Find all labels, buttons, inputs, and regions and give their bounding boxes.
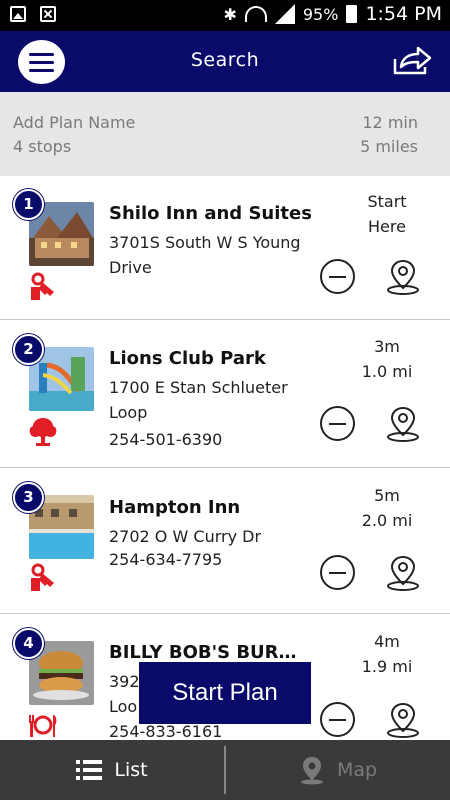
stop-number-badge: 1: [13, 189, 44, 220]
stop-address: 3701S South W S Young Drive: [109, 233, 301, 277]
map-pin-icon[interactable]: [385, 554, 421, 592]
app-header: Search: [0, 31, 450, 92]
stop-distance: 1.9 mi: [361, 657, 413, 676]
stop-time: 3m: [374, 337, 400, 356]
nav-map-tab[interactable]: Map: [226, 740, 450, 800]
nav-list-label: List: [114, 759, 148, 781]
stop-address: 1700 E Stan Schlueter Loop: [109, 378, 288, 422]
map-pin-icon[interactable]: [385, 405, 421, 443]
remove-stop-button[interactable]: [320, 702, 355, 737]
stop-item[interactable]: 1 Shilo Inn and Suites 3701S South W S Y…: [0, 176, 450, 320]
stop-distance: 1.0 mi: [361, 362, 413, 381]
stop-item[interactable]: 2 Lions Club Park 1700 E Stan Schlueter …: [0, 321, 450, 468]
park-tree-icon: [29, 418, 57, 446]
stop-phone[interactable]: 254-501-6390: [109, 430, 222, 449]
remove-stop-button[interactable]: [320, 555, 355, 590]
signal-icon: [274, 4, 295, 24]
nav-list-tab[interactable]: List: [0, 740, 224, 800]
map-pin-icon[interactable]: [385, 701, 421, 739]
stop-time: 4m: [374, 632, 400, 651]
plan-total-time: 12 min: [362, 113, 418, 132]
share-icon[interactable]: [392, 45, 432, 77]
battery-icon: [346, 5, 358, 23]
stop-distance: 2.0 mi: [361, 511, 413, 530]
plan-name-field[interactable]: Add Plan Name: [13, 113, 135, 132]
stop-item[interactable]: 3 Hampton Inn 2702 O W Curry Dr 254-634-…: [0, 469, 450, 614]
plan-summary-bar: Add Plan Name 4 stops 12 min 5 miles: [0, 92, 450, 176]
image-notification-icon: [10, 6, 26, 22]
stop-name[interactable]: Shilo Inn and Suites: [109, 203, 319, 224]
stop-list[interactable]: 1 Shilo Inn and Suites 3701S South W S Y…: [0, 176, 450, 740]
bluetooth-icon: ✱: [223, 4, 237, 24]
remove-stop-button[interactable]: [320, 406, 355, 441]
stop-name[interactable]: BILLY BOB'S BURG...: [109, 642, 309, 663]
map-marker-icon: [300, 757, 323, 785]
stop-number-badge: 2: [13, 334, 44, 365]
stop-phone[interactable]: 254-833-6161: [109, 722, 222, 740]
restaurant-icon: [29, 715, 57, 737]
lodging-key-icon: [31, 563, 54, 591]
stop-name[interactable]: Hampton Inn: [109, 497, 309, 518]
list-icon: [76, 760, 103, 780]
nav-map-label: Map: [336, 759, 378, 781]
stop-name[interactable]: Lions Club Park: [109, 348, 309, 369]
plan-stop-count: 4 stops: [13, 137, 72, 156]
stop-address: 2702 O W Curry Dr: [109, 527, 262, 546]
bottom-nav: List Map: [0, 740, 450, 800]
remove-stop-button[interactable]: [320, 259, 355, 294]
status-time: 1:54 PM: [365, 3, 442, 25]
map-pin-icon[interactable]: [385, 258, 421, 296]
close-notification-icon: [40, 6, 56, 22]
page-title: Search: [190, 49, 260, 71]
stop-time: 5m: [374, 486, 400, 505]
stop-phone[interactable]: 254-634-7795: [109, 550, 222, 569]
wifi-icon: [244, 6, 267, 22]
stop-number-badge: 3: [13, 482, 44, 513]
plan-total-distance: 5 miles: [360, 137, 418, 156]
start-plan-button[interactable]: Start Plan: [139, 662, 311, 724]
stop-distance: Here: [368, 217, 406, 236]
lodging-key-icon: [31, 272, 54, 300]
stop-time: Start: [367, 192, 407, 211]
battery-percent: 95%: [302, 4, 339, 24]
status-bar: ✱ 95% 1:54 PM: [0, 0, 450, 31]
stop-number-badge: 4: [13, 628, 44, 659]
